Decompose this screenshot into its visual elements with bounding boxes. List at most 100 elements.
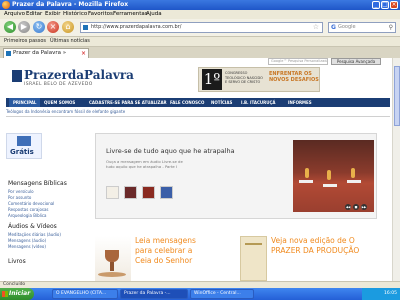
reload-icon[interactable]: ↻ <box>33 21 45 33</box>
search-icon[interactable]: ⚲ <box>389 23 393 32</box>
runner-shape <box>327 170 331 180</box>
banner-congress-text: CONGRESSO TEOLÓGICO NASCIDO E SERVO DE C… <box>225 71 263 84</box>
scrollbar-thumb[interactable] <box>394 66 400 126</box>
slider-thumbnail[interactable] <box>124 186 137 199</box>
card-nova-edicao-title[interactable]: Veja nova edição de O PRAZER DA PRODUÇÃO <box>271 236 381 256</box>
site-logo[interactable]: PrazerdaPalavra <box>24 68 134 82</box>
nav-quem-somos[interactable]: QUEM SOMOS <box>44 98 75 107</box>
sidebar-link[interactable]: Respostas corajosas <box>8 207 49 212</box>
search-engine-label: Google <box>338 24 356 30</box>
bookmark-star-icon[interactable]: ☆ <box>313 23 319 32</box>
runner-shape <box>305 168 309 178</box>
tab-bar: Prazer da Palavra » × <box>0 47 400 58</box>
nav-informes[interactable]: INFORMES <box>288 98 312 107</box>
hurdle-shape <box>323 184 337 187</box>
taskbar: Iniciar O EVANGELHO (CITA... Prazer da P… <box>0 288 400 300</box>
start-button[interactable]: Iniciar <box>0 288 34 300</box>
hurdle-race-image[interactable] <box>293 140 374 212</box>
cover-line-shape <box>245 243 262 245</box>
nav-noticias[interactable]: NOTÍCIAS <box>211 98 232 107</box>
slider-next-button[interactable]: ▶▶ <box>361 204 367 210</box>
menu-item-ferramentas[interactable]: Ferramentas <box>113 11 148 17</box>
sidebar-link[interactable]: Meditações diárias (áudio) <box>8 232 61 237</box>
forward-icon[interactable]: ▶ <box>18 21 30 33</box>
sidebar-link[interactable]: Por versículo <box>8 189 34 194</box>
sidebar-link[interactable]: Mensagens (áudio) <box>8 238 46 243</box>
menu-bar: Arquivo Editar Exibir Histórico Favorito… <box>0 10 400 19</box>
slider-thumbnail[interactable] <box>142 186 155 199</box>
window-titlebar: Prazer da Palavra - Mozilla Firefox _ □ … <box>0 0 400 10</box>
minimize-button[interactable]: _ <box>372 1 380 9</box>
sidebar-link[interactable]: Comentário devocional <box>8 201 54 206</box>
taskbar-item-active[interactable]: Prazer da Palavra -... <box>120 289 188 299</box>
stop-icon[interactable]: × <box>47 21 59 33</box>
tab-favicon-icon <box>6 51 11 56</box>
communion-cup-image[interactable] <box>95 236 131 281</box>
magazine-cover-image[interactable] <box>240 236 267 281</box>
book-icon <box>17 136 31 146</box>
banner-slogan: ENFRENTAR OS NOVOS DESAFIOS <box>269 71 319 83</box>
menu-item-exibir[interactable]: Exibir <box>45 11 61 17</box>
address-bar-url: http://www.prazerdapalavra.com.br/ <box>91 24 182 30</box>
sidebar-heading-audios: Áudios & Vídeos <box>8 223 57 230</box>
system-tray-clock: 16:05 <box>362 288 400 300</box>
tab-label: Prazer da Palavra » <box>13 50 67 56</box>
navigation-toolbar: ◀ ▶ ↻ × ⌂ http://www.prazerdapalavra.com… <box>0 19 400 37</box>
address-bar[interactable]: http://www.prazerdapalavra.com.br/ ☆ <box>80 22 323 33</box>
slider-prev-button[interactable]: ◀◀ <box>345 204 351 210</box>
close-tab-icon[interactable]: × <box>81 49 86 58</box>
slider-thumbnail[interactable] <box>106 186 119 199</box>
runner-shape <box>351 168 355 178</box>
back-icon[interactable]: ◀ <box>4 21 16 33</box>
sidebar-heading-livros: Livros <box>8 258 26 265</box>
divider <box>6 116 390 117</box>
bookmarks-toolbar: Primeiros passos Últimas notícias <box>0 37 400 47</box>
nav-fale-conosco[interactable]: FALE CONOSCO <box>170 98 204 107</box>
sidebar-heading-mensagens: Mensagens Bíblicas <box>8 180 67 187</box>
nav-ib-itacuruca[interactable]: I.B. ITACURUÇÁ <box>241 98 276 107</box>
home-icon[interactable]: ⌂ <box>62 21 74 33</box>
gratis-promo[interactable]: Grátis <box>6 133 42 159</box>
cup-stem-shape <box>110 262 114 271</box>
site-search-input[interactable]: Google™ Pesquisa Personalizada <box>268 58 328 65</box>
logo-icon <box>12 70 22 82</box>
window-title: Prazer da Palavra - Mozilla Firefox <box>12 1 129 8</box>
hurdle-shape <box>299 180 313 183</box>
news-ticker[interactable]: Teólogos da Indonésia encontram fóssil d… <box>6 109 125 114</box>
slider-pause-button[interactable]: ■ <box>353 204 359 210</box>
web-page: PrazerdaPalavra ISRAEL BELO DE AZEVEDO G… <box>0 58 400 281</box>
main-navigation: PRINCIPAL QUEM SOMOS CADASTRE-SE PARA SE… <box>6 98 390 107</box>
bookmark-primeiros-passos[interactable]: Primeiros passos <box>4 38 46 44</box>
advanced-search-button[interactable]: Pesquisa Avançada <box>331 58 381 65</box>
menu-item-favoritos[interactable]: Favoritos <box>88 11 113 17</box>
slider-thumbnail[interactable] <box>160 186 173 199</box>
search-input[interactable]: G Google ⚲ <box>328 22 396 33</box>
taskbar-item[interactable]: O EVANGELHO (CITA... <box>52 289 118 299</box>
menu-item-ajuda[interactable]: Ajuda <box>146 11 162 17</box>
google-icon: G <box>331 24 336 31</box>
close-button[interactable]: × <box>390 1 398 9</box>
menu-item-editar[interactable]: Editar <box>26 11 42 17</box>
windows-logo-icon <box>2 291 8 297</box>
nav-principal[interactable]: PRINCIPAL <box>9 98 41 107</box>
vertical-scrollbar[interactable] <box>392 58 400 281</box>
status-text: Concluído <box>3 282 26 287</box>
hurdle-shape <box>347 180 361 183</box>
slider-description: Ouça a mensagem em áudio Livre-se de tud… <box>106 159 183 169</box>
site-logo-subtitle: ISRAEL BELO DE AZEVEDO <box>24 82 93 87</box>
firefox-icon <box>2 1 10 9</box>
plate-shape <box>98 272 126 277</box>
nav-cadastre-se[interactable]: CADASTRE-SE PARA SE ATUALIZAR <box>89 98 167 107</box>
congress-banner[interactable]: 1º CONGRESSO TEOLÓGICO NASCIDO E SERVO D… <box>198 67 320 92</box>
sidebar-link[interactable]: Por assunto <box>8 195 31 200</box>
taskbar-item[interactable]: WinOffice - Central... <box>190 289 254 299</box>
card-ceia-title[interactable]: Leia mensagens para celebrar a Ceia do S… <box>135 236 205 266</box>
sidebar-link[interactable]: Mensagens (vídeo) <box>8 244 46 249</box>
maximize-button[interactable]: □ <box>381 1 389 9</box>
slider-title[interactable]: Livre-se de tudo aquo que he atrapalha <box>106 147 235 155</box>
tab-prazer-da-palavra[interactable]: Prazer da Palavra » × <box>3 48 89 58</box>
bookmark-ultimas-noticias[interactable]: Últimas notícias <box>50 38 90 44</box>
menu-item-historico[interactable]: Histórico <box>63 11 87 17</box>
menu-item-arquivo[interactable]: Arquivo <box>4 11 25 17</box>
sidebar-link[interactable]: Arqueologia Bíblica <box>8 213 47 218</box>
